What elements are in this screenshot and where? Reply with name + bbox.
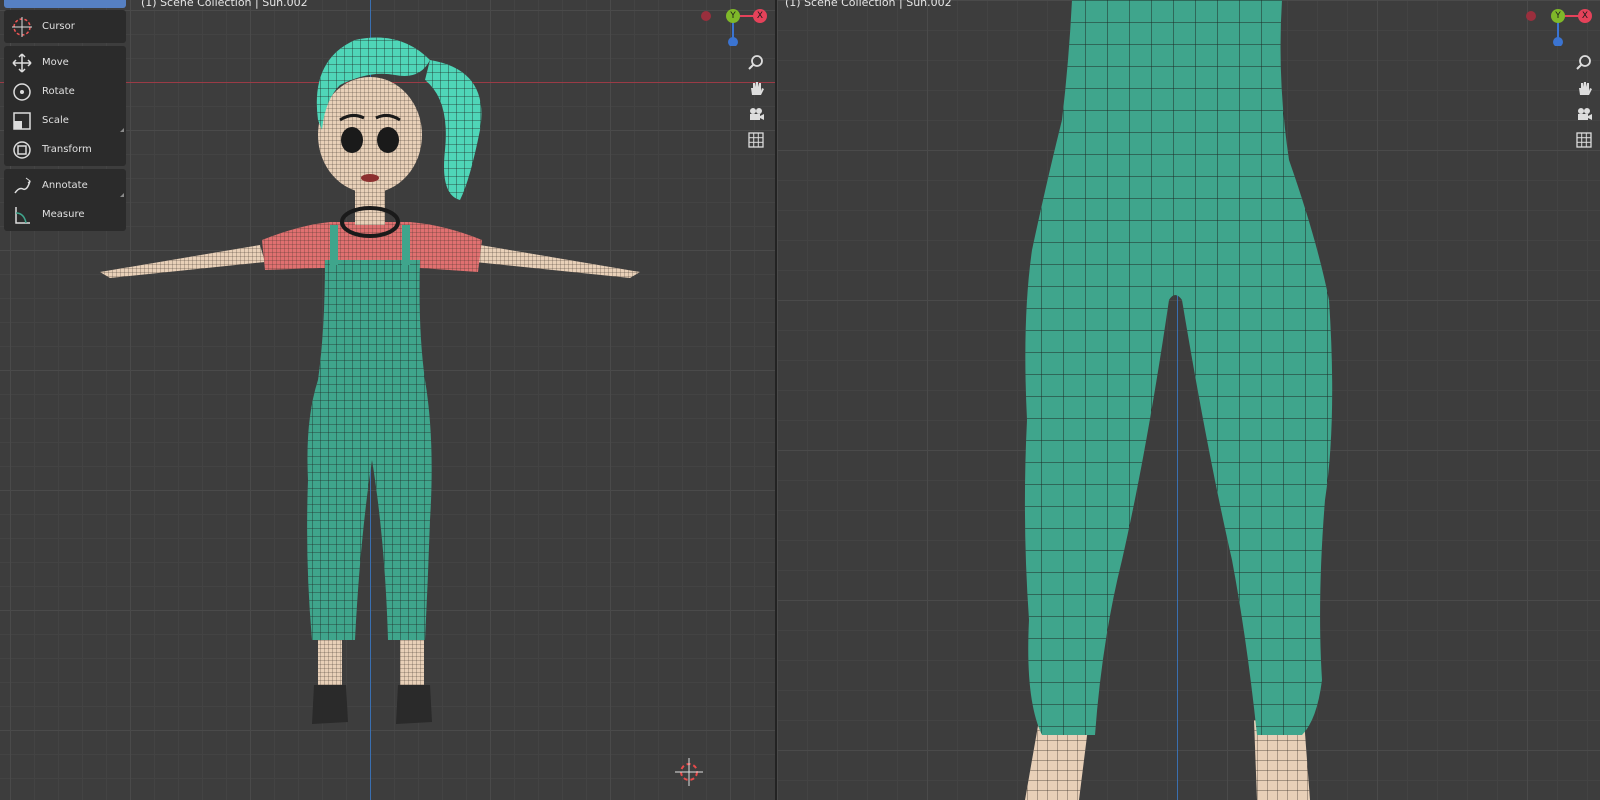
scale-icon (10, 109, 34, 133)
rotate-tool[interactable]: Rotate (4, 77, 126, 106)
navigation-gizmo[interactable]: Y X (1525, 6, 1595, 47)
y-axis-handle[interactable]: Y (1551, 9, 1565, 23)
camera-icon[interactable] (743, 101, 769, 127)
viewport-header-text: (1) Scene Collection | Sun.002 (785, 0, 952, 9)
tool-group-transform: Move Rotate Scale Transform (4, 46, 126, 166)
tool-label: Cursor (42, 21, 75, 32)
rotate-icon (10, 80, 34, 104)
hand-pan-icon[interactable] (1571, 75, 1597, 101)
tool-group-annotate: Annotate Measure (4, 169, 126, 231)
right-3d-viewport[interactable]: (1) Scene Collection | Sun.002 Y X (777, 0, 1600, 800)
navigation-controls (1571, 49, 1597, 153)
viewport-header-text: (1) Scene Collection | Sun.002 (141, 0, 308, 9)
move-icon (10, 51, 34, 75)
scale-tool[interactable]: Scale (4, 106, 126, 135)
select-box-tool[interactable] (4, 0, 126, 8)
camera-icon[interactable] (1571, 101, 1597, 127)
tool-label: Rotate (42, 86, 75, 97)
navigation-gizmo[interactable]: Y X (700, 6, 770, 47)
zoom-icon[interactable] (1571, 49, 1597, 75)
neg-x-axis-handle (701, 11, 711, 21)
grid-icon[interactable] (743, 127, 769, 153)
transform-icon (10, 138, 34, 162)
character-legs-closeup[interactable] (777, 0, 1600, 800)
navigation-controls (743, 49, 769, 153)
z-axis-handle (728, 37, 738, 47)
annotate-tool[interactable]: Annotate (4, 171, 126, 200)
tool-group-cursor: Cursor (4, 10, 126, 43)
transform-tool[interactable]: Transform (4, 135, 126, 164)
x-axis-handle[interactable]: X (753, 9, 767, 23)
tool-label: Annotate (42, 180, 88, 191)
y-axis-handle[interactable]: Y (726, 9, 740, 23)
move-tool[interactable]: Move (4, 48, 126, 77)
measure-tool[interactable]: Measure (4, 200, 126, 229)
tool-shelf: Cursor Move Rotate Scale Transform Annot… (4, 0, 126, 234)
tool-label: Transform (42, 144, 92, 155)
hand-pan-icon[interactable] (743, 75, 769, 101)
measure-icon (10, 203, 34, 227)
tool-label: Scale (42, 115, 69, 126)
zoom-icon[interactable] (743, 49, 769, 75)
cursor-icon (10, 15, 34, 39)
x-axis-handle[interactable]: X (1578, 9, 1592, 23)
left-3d-viewport[interactable]: (1) Scene Collection | Sun.002 Cursor Mo… (0, 0, 775, 800)
tool-label: Move (42, 57, 69, 68)
annotate-icon (10, 174, 34, 198)
cursor-tool[interactable]: Cursor (4, 12, 126, 41)
grid-icon[interactable] (1571, 127, 1597, 153)
tool-label: Measure (42, 209, 85, 220)
